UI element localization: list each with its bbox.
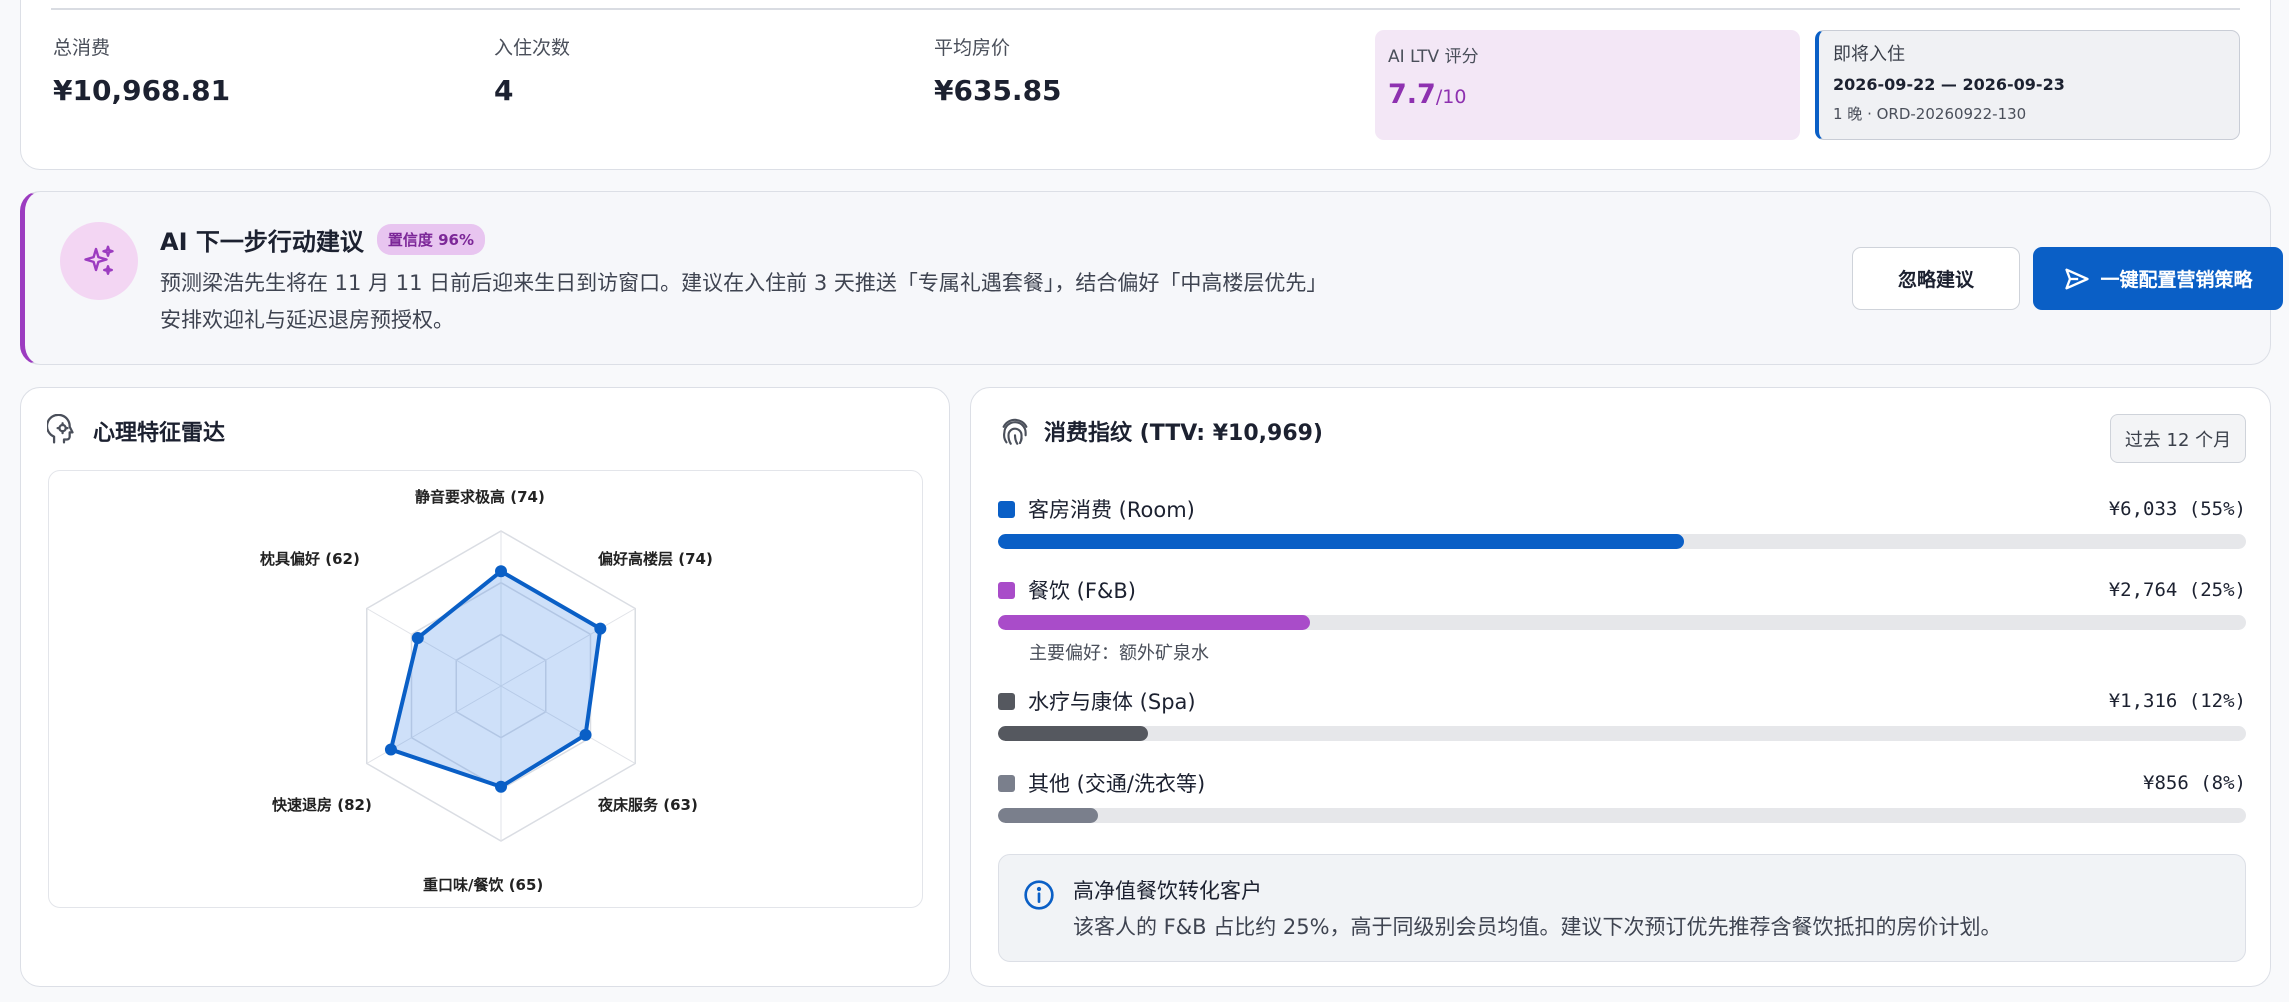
spend-amount: ¥1,316 (12%) — [2108, 690, 2246, 712]
radar-data-point — [495, 780, 507, 793]
configure-strategy-label: 一键配置营销策略 — [2100, 269, 2253, 291]
stat-label: 平均房价 — [934, 37, 1011, 59]
spend-category-name: 其他 (交通/洗衣等) — [1028, 772, 1206, 796]
radar-axis-label: 静音要求极高 (74) — [415, 488, 545, 506]
stat-stay-count: 入住次数 4 — [494, 33, 570, 107]
radar-title: 心理特征雷达 — [93, 421, 226, 446]
sparkles-icon — [60, 222, 138, 300]
psychology-radar-card: 心理特征雷达 静音要求极高 (74) 偏好高楼层 (74) 夜床服务 (63) … — [20, 387, 950, 987]
spend-bar-track — [998, 534, 2246, 549]
spend-row-other: 其他 (交通/洗衣等) ¥856 (8%) — [998, 768, 2246, 823]
radar-data-point — [495, 565, 507, 578]
spend-row-fnb: 餐饮 (F&B) ¥2,764 (25%) 主要偏好：额外矿泉水 — [998, 575, 2246, 665]
other-color-swatch — [998, 774, 1015, 792]
stat-value: ¥10,968.81 — [53, 74, 231, 107]
ltv-denominator: /10 — [1435, 86, 1467, 108]
spend-bar-track — [998, 726, 2246, 741]
radar-axis-label: 枕具偏好 (62) — [260, 550, 360, 568]
radar-plot — [366, 530, 636, 842]
room-color-swatch — [998, 500, 1015, 518]
stat-value: ¥635.85 — [934, 74, 1062, 107]
confidence-badge: 置信度 96% — [376, 224, 485, 255]
radar-data-point — [384, 743, 397, 756]
spend-insight-callout: 高净值餐饮转化客户 该客人的 F&B 占比约 25%，高于同级别会员均值。建议下… — [998, 854, 2246, 962]
stat-total-spend: 总消费 ¥10,968.81 — [53, 33, 230, 107]
ai-suggestion-text: 预测梁浩先生将在 11 月 11 日前后迎来生日到访窗口。建议在入住前 3 天推… — [160, 265, 1390, 339]
upcoming-order: 1 晚 · ORD-20260922-130 — [1833, 105, 2027, 123]
spend-amount: ¥856 (8%) — [2143, 772, 2246, 794]
spend-bar-fill — [998, 808, 1098, 823]
radar-data-point — [594, 622, 607, 635]
fingerprint-icon — [1002, 418, 1028, 445]
fnb-color-swatch — [998, 581, 1015, 599]
spend-fingerprint-card: 消费指纹 (TTV: ¥10,969) 过去 12 个月 客房消费 (Room)… — [970, 387, 2271, 987]
stat-value: 4 — [494, 74, 514, 107]
insight-title: 高净值餐饮转化客户 — [1073, 879, 1262, 903]
spend-bar-track — [998, 615, 2246, 630]
ignore-suggestion-button[interactable]: 忽略建议 — [1852, 247, 2020, 310]
spend-bar-fill — [998, 534, 1685, 549]
radar-axis-label: 重口味/餐饮 (65) — [423, 876, 544, 894]
spend-category-name: 餐饮 (F&B) — [1028, 579, 1136, 603]
insight-text: 该客人的 F&B 占比约 25%，高于同级别会员均值。建议下次预订优先推荐含餐饮… — [1073, 915, 2002, 939]
upcoming-stay-panel[interactable]: 即将入住 2026-09-22 — 2026-09-23 1 晚 · ORD-2… — [1815, 30, 2240, 140]
radar-data-point — [411, 631, 424, 644]
period-selector[interactable]: 过去 12 个月 — [2110, 414, 2246, 463]
divider — [51, 8, 2240, 10]
spend-category-name: 水疗与康体 (Spa) — [1028, 690, 1196, 714]
info-icon — [1024, 880, 1054, 910]
stat-label: 总消费 — [53, 37, 111, 59]
radar-data-area — [388, 569, 603, 789]
configure-strategy-button[interactable]: 一键配置营销策略 — [2033, 247, 2283, 310]
send-icon — [2065, 268, 2090, 289]
radar-data-point — [579, 728, 592, 741]
ltv-score-panel: AI LTV 评分 7.7/10 — [1375, 30, 1800, 140]
stat-label: 入住次数 — [494, 37, 571, 59]
ai-suggestion-title: AI 下一步行动建议 — [160, 228, 364, 256]
spend-title: 消费指纹 (TTV: ¥10,969) — [1044, 421, 1323, 446]
radar-chart: 静音要求极高 (74) 偏好高楼层 (74) 夜床服务 (63) 重口味/餐饮 … — [48, 470, 923, 908]
upcoming-label: 即将入住 — [1833, 44, 1905, 65]
ltv-score: 7.7 — [1388, 79, 1436, 110]
spend-bar-fill — [998, 726, 1148, 741]
ai-suggestion-line: 预测梁浩先生将在 11 月 11 日前后迎来生日到访窗口。建议在入住前 3 天推… — [160, 271, 1328, 295]
spend-category-name: 客房消费 (Room) — [1028, 498, 1195, 522]
spend-preference-note: 主要偏好：额外矿泉水 — [1029, 643, 1209, 664]
brain-head-icon — [47, 414, 74, 444]
stat-average-rate: 平均房价 ¥635.85 — [934, 33, 1062, 107]
ltv-label: AI LTV 评分 — [1388, 47, 1479, 67]
spend-amount: ¥6,033 (55%) — [2108, 498, 2246, 520]
ai-suggestion-line: 安排欢迎礼与延迟退房预授权。 — [160, 308, 454, 332]
spend-bar-track — [998, 808, 2246, 823]
upcoming-dates: 2026-09-22 — 2026-09-23 — [1833, 75, 2065, 94]
spend-amount: ¥2,764 (25%) — [2108, 579, 2246, 601]
radar-axis-label: 夜床服务 (63) — [598, 796, 698, 814]
spa-color-swatch — [998, 692, 1015, 710]
radar-axis-label: 快速退房 (82) — [272, 796, 372, 814]
spend-row-room: 客房消费 (Room) ¥6,033 (55%) — [998, 494, 2246, 549]
ai-suggestion-card: AI 下一步行动建议 置信度 96% 预测梁浩先生将在 11 月 11 日前后迎… — [20, 191, 2283, 365]
radar-axis-label: 偏好高楼层 (74) — [598, 550, 713, 568]
spend-bar-fill — [998, 615, 1310, 630]
spend-row-spa: 水疗与康体 (Spa) ¥1,316 (12%) — [998, 686, 2246, 741]
guest-stats-card: 总消费 ¥10,968.81 入住次数 4 平均房价 ¥635.85 AI LT… — [20, 0, 2271, 170]
